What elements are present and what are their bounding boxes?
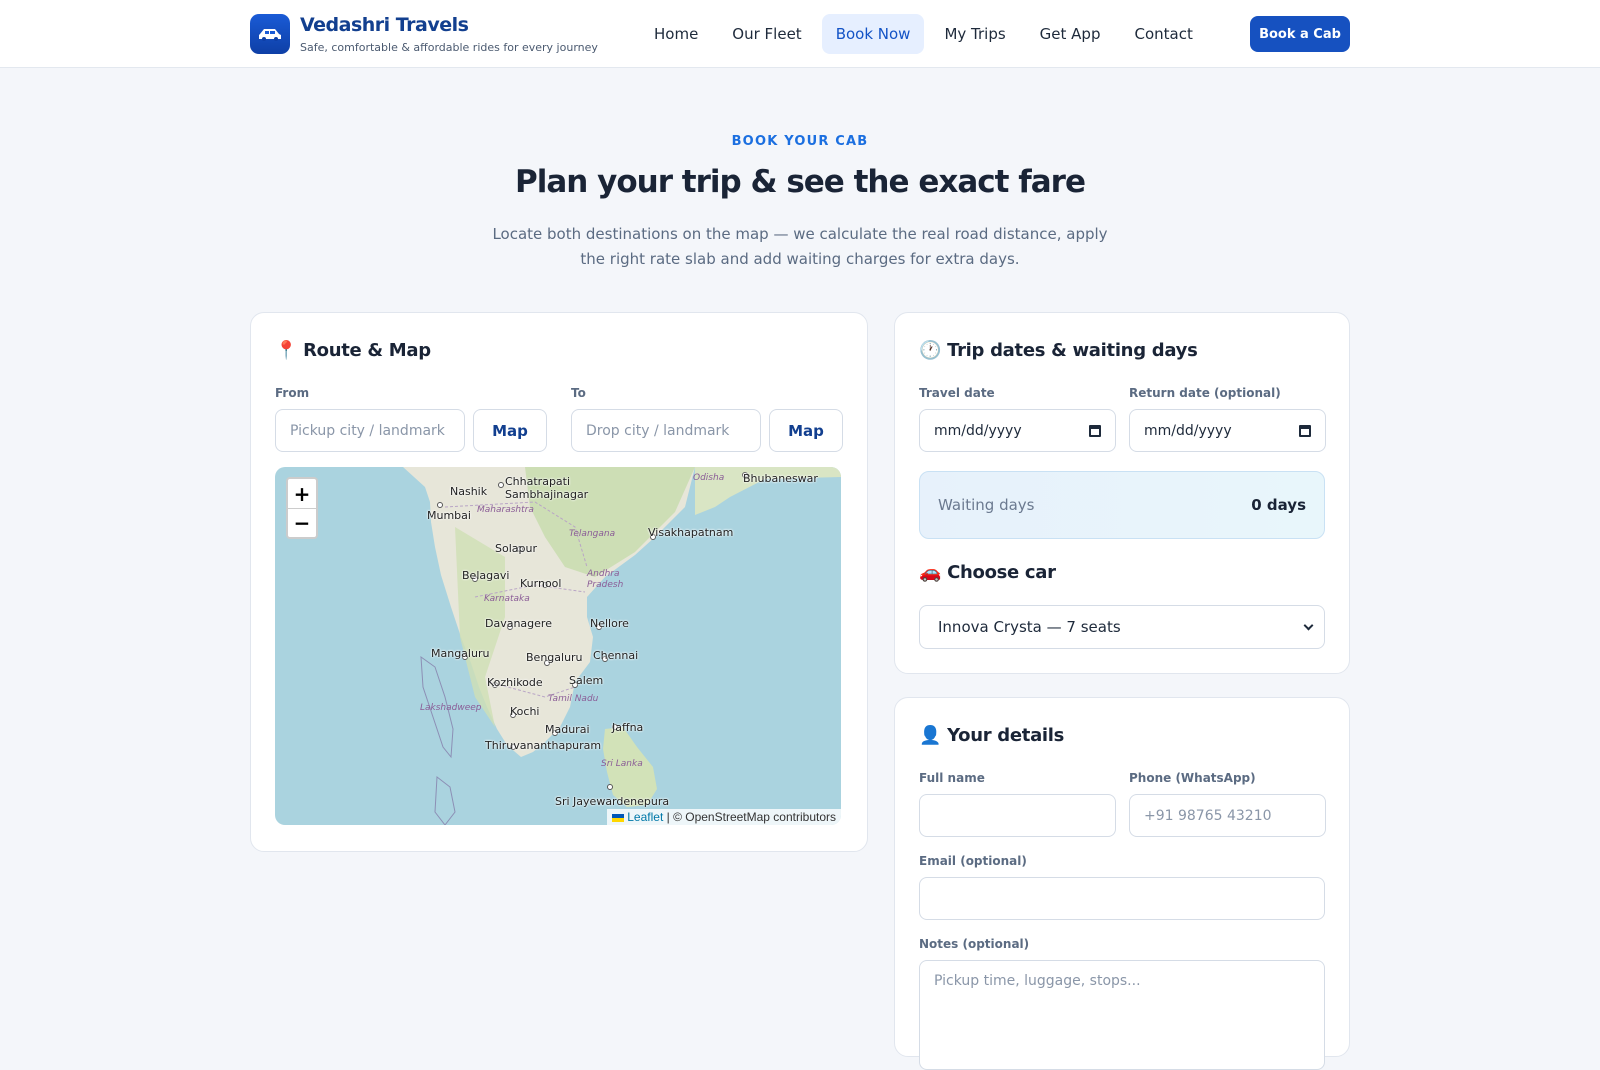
map-city-label: Sri Jayewardenepura bbox=[555, 795, 670, 808]
map-city-label: Kochi bbox=[510, 705, 540, 718]
map-labels: Chhatrapati Sambhajinagar Nashik Mumbai Sola… bbox=[275, 467, 841, 825]
phone-label: Phone (WhatsApp) bbox=[1129, 771, 1256, 785]
map-city-label: Kozhikode bbox=[487, 676, 543, 689]
route-map[interactable]: Chhatrapati Sambhajinagar Nashik Mumbai Sola… bbox=[275, 467, 841, 825]
nav-home[interactable]: Home bbox=[640, 14, 712, 54]
email-input[interactable] bbox=[919, 877, 1325, 920]
book-a-cab-button[interactable]: Book a Cab bbox=[1250, 16, 1350, 52]
nav-contact[interactable]: Contact bbox=[1120, 14, 1206, 54]
map-region-label: Tamil Nadu bbox=[548, 694, 599, 704]
osm-attribution: | © OpenStreetMap contributors bbox=[666, 810, 836, 824]
map-region-label: Lakshadweep bbox=[420, 703, 482, 713]
map-city-label: Nellore bbox=[590, 617, 629, 630]
map-city-label: Sambhajinagar bbox=[505, 488, 589, 501]
map-city-label: Salem bbox=[569, 674, 604, 687]
map-city-label: Bhubaneswar bbox=[743, 472, 818, 485]
calendar-icon bbox=[1089, 424, 1101, 437]
map-region-label: Andhra bbox=[587, 569, 620, 579]
map-city-label: Jaffna bbox=[612, 721, 644, 734]
map-city-label: Chennai bbox=[593, 649, 639, 662]
map-zoom-control: + − bbox=[286, 477, 318, 539]
return-date-input[interactable]: mm/dd/yyyy bbox=[1129, 409, 1326, 452]
car-select[interactable]: Innova Crysta — 7 seats bbox=[919, 605, 1325, 649]
map-region-label: Sri Lanka bbox=[601, 759, 643, 769]
nav-my-trips[interactable]: My Trips bbox=[930, 14, 1019, 54]
waiting-days-value: 0 days bbox=[1251, 496, 1306, 514]
full-name-label: Full name bbox=[919, 771, 985, 785]
map-city-label: Madurai bbox=[545, 723, 590, 736]
map-city-label: Kurnool bbox=[520, 577, 562, 590]
waiting-days-box: Waiting days 0 days bbox=[919, 471, 1325, 539]
hero-subtitle: Locate both destinations on the map — we… bbox=[492, 225, 1108, 268]
car-logo-icon bbox=[250, 14, 290, 54]
brand-tagline: Safe, comfortable & affordable rides for… bbox=[300, 41, 598, 54]
map-region-label: Maharashtra bbox=[477, 505, 534, 515]
phone-input[interactable]: +91 98765 43210 bbox=[1129, 794, 1326, 837]
details-title: 👤 Your details bbox=[919, 725, 1065, 746]
notes-label: Notes (optional) bbox=[919, 937, 1030, 951]
from-label: From bbox=[275, 386, 310, 400]
main-nav: Home Our Fleet Book Now My Trips Get App… bbox=[640, 14, 1213, 54]
zoom-out-button[interactable]: − bbox=[288, 508, 316, 537]
map-attribution: Leaflet | © OpenStreetMap contributors bbox=[606, 809, 841, 825]
map-region-label: Telangana bbox=[569, 529, 616, 539]
travel-date-label: Travel date bbox=[919, 386, 995, 400]
travel-date-value: mm/dd/yyyy bbox=[934, 422, 1022, 439]
calendar-icon bbox=[1299, 424, 1311, 437]
nav-our-fleet[interactable]: Our Fleet bbox=[718, 14, 815, 54]
to-map-button[interactable]: Map bbox=[769, 409, 843, 452]
brand[interactable]: Vedashri Travels Safe, comfortable & aff… bbox=[250, 14, 598, 54]
map-city-label: Mumbai bbox=[427, 509, 471, 522]
map-region-label: Odisha bbox=[693, 473, 725, 483]
page-title: Plan your trip & see the exact fare bbox=[515, 164, 1086, 200]
details-card: 👤 Your details Full name Phone (WhatsApp… bbox=[894, 697, 1350, 1070]
zoom-in-button[interactable]: + bbox=[288, 479, 316, 508]
notes-textarea[interactable]: Pickup time, luggage, stops... bbox=[919, 960, 1325, 1070]
email-label: Email (optional) bbox=[919, 854, 1027, 868]
map-city-label: Bengaluru bbox=[526, 651, 583, 664]
return-date-label: Return date (optional) bbox=[1129, 386, 1281, 400]
leaflet-link[interactable]: Leaflet bbox=[627, 810, 663, 824]
map-city-label: Visakhapatnam bbox=[648, 526, 734, 539]
return-date-value: mm/dd/yyyy bbox=[1144, 422, 1232, 439]
map-city-label: Mangaluru bbox=[431, 647, 490, 660]
travel-date-input[interactable]: mm/dd/yyyy bbox=[919, 409, 1116, 452]
site-header: Vedashri Travels Safe, comfortable & aff… bbox=[0, 0, 1600, 68]
route-title: 📍 Route & Map bbox=[275, 340, 431, 361]
choose-car-title: 🚗 Choose car bbox=[919, 562, 1056, 583]
map-region-label: Pradesh bbox=[587, 580, 624, 590]
chevron-down-icon bbox=[1303, 620, 1314, 630]
map-city-label: Solapur bbox=[495, 542, 537, 555]
car-selected-value: Innova Crysta — 7 seats bbox=[938, 618, 1121, 636]
trip-title: 🕐 Trip dates & waiting days bbox=[919, 340, 1198, 361]
map-region-label: Karnataka bbox=[484, 594, 530, 604]
hero-eyebrow: BOOK YOUR CAB bbox=[731, 134, 869, 149]
map-city-label: Chhatrapati bbox=[505, 475, 571, 488]
to-label: To bbox=[571, 386, 586, 400]
route-card: 📍 Route & Map From Pickup city / landmar… bbox=[250, 312, 868, 852]
ukraine-flag-icon bbox=[611, 813, 624, 822]
brand-name: Vedashri Travels bbox=[300, 14, 469, 36]
map-city-label: Nashik bbox=[450, 485, 488, 498]
full-name-input[interactable] bbox=[919, 794, 1116, 837]
from-input[interactable]: Pickup city / landmark bbox=[275, 409, 465, 452]
waiting-days-label: Waiting days bbox=[938, 496, 1035, 514]
nav-book-now[interactable]: Book Now bbox=[821, 14, 925, 54]
nav-get-app[interactable]: Get App bbox=[1026, 14, 1115, 54]
map-city-label: Davanagere bbox=[485, 617, 552, 630]
trip-card: 🕐 Trip dates & waiting days Travel date … bbox=[894, 312, 1350, 674]
from-map-button[interactable]: Map bbox=[473, 409, 547, 452]
map-city-label: Belagavi bbox=[462, 569, 510, 582]
to-input[interactable]: Drop city / landmark bbox=[571, 409, 761, 452]
map-city-label: Thiruvananthapuram bbox=[485, 739, 602, 752]
